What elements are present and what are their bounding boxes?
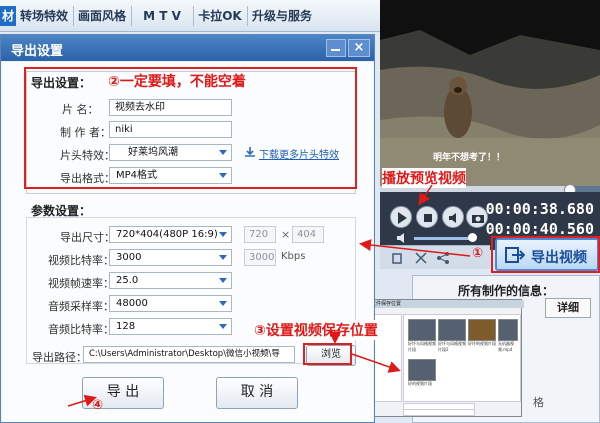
annotation-arrows — [67, 184, 471, 407]
arrow-to-export — [67, 394, 97, 407]
arrow-to-play — [418, 184, 433, 206]
arrow-to-dialog — [359, 239, 471, 257]
arrow-to-save-dialog — [351, 353, 401, 373]
